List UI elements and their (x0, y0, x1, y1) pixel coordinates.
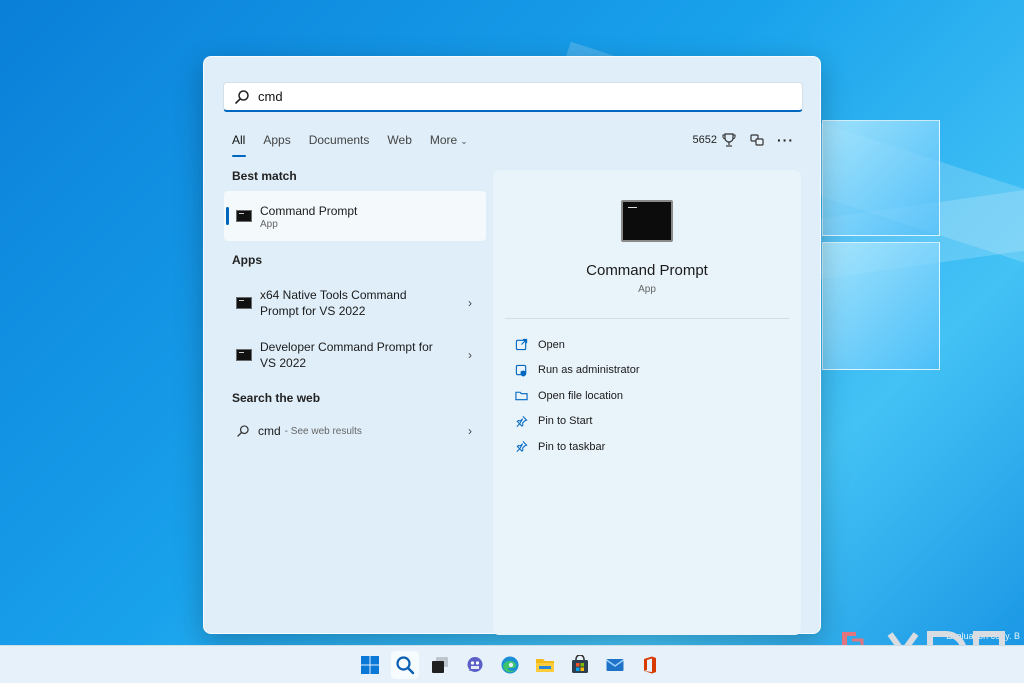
command-prompt-icon (236, 349, 252, 361)
result-line: Developer Command Prompt for (260, 340, 433, 354)
action-label: Run as administrator (538, 364, 640, 377)
command-prompt-icon (621, 200, 673, 242)
pin-icon (516, 441, 528, 453)
ellipsis-icon: ··· (777, 132, 794, 148)
search-icon (235, 89, 249, 104)
divider (505, 318, 789, 319)
edge-button[interactable] (496, 651, 524, 679)
action-open-file-location[interactable]: Open file location (515, 383, 640, 409)
taskbar (0, 645, 1024, 683)
start-search-flyout: All Apps Documents Web More⌄ 5652 ··· Be… (203, 56, 821, 635)
action-label: Pin to taskbar (538, 440, 606, 453)
result-detail-pane: Command Prompt App Open Run as administr… (493, 170, 801, 635)
rewards-points-button[interactable]: 5652 (693, 132, 737, 148)
search-toolbar: 5652 ··· (693, 132, 794, 148)
tab-label: More (429, 133, 458, 147)
app-result[interactable]: Developer Command Prompt for VS 2022 › (224, 333, 486, 377)
search-icon (396, 656, 415, 675)
store-icon (572, 655, 588, 673)
search-filter-tabs: All Apps Documents Web More ⌄ (232, 133, 486, 157)
section-heading-apps: Apps (232, 253, 262, 267)
task-view-icon (432, 657, 448, 673)
action-run-as-administrator[interactable]: Run as administrator (515, 358, 640, 384)
tab-all[interactable]: All (232, 133, 247, 157)
more-options-button[interactable]: ··· (777, 132, 794, 148)
tab-label: Documents (308, 133, 370, 147)
best-match-result[interactable]: Command Prompt App (224, 191, 486, 241)
section-heading-best-match: Best match (232, 169, 297, 183)
detail-title: Command Prompt (586, 262, 708, 279)
action-pin-to-taskbar[interactable]: Pin to taskbar (515, 434, 640, 460)
action-label: Open file location (538, 389, 623, 402)
action-list: Open Run as administrator Open file loca… (515, 332, 640, 460)
result-line: VS 2022 (260, 356, 307, 370)
tab-web[interactable]: Web (387, 133, 411, 155)
action-open[interactable]: Open (515, 332, 640, 358)
teams-chat-button[interactable] (461, 651, 489, 679)
shield-icon (515, 364, 527, 377)
tab-label: Web (387, 133, 412, 147)
web-query: cmd (258, 424, 281, 438)
result-line: x64 Native Tools Command (260, 288, 407, 302)
search-bar[interactable] (223, 82, 803, 112)
tab-label: Apps (263, 133, 291, 147)
open-icon (515, 339, 528, 351)
teams-chat-icon (467, 657, 483, 672)
search-input[interactable] (258, 89, 758, 104)
file-explorer-button[interactable] (531, 651, 559, 679)
tab-label: All (232, 133, 246, 147)
result-title: Command Prompt (260, 203, 358, 218)
taskbar-search-button[interactable] (391, 651, 419, 679)
section-heading-web: Search the web (232, 391, 321, 405)
chevron-right-icon[interactable]: › (468, 348, 472, 362)
web-hint: - See web results (284, 425, 362, 437)
rewards-trophy-icon (722, 133, 736, 147)
command-prompt-icon (236, 210, 252, 222)
office-icon (644, 656, 656, 674)
chevron-right-icon[interactable]: › (468, 424, 472, 438)
edge-icon (501, 656, 519, 674)
rewards-points-count: 5652 (692, 134, 717, 146)
detail-subtitle: App (638, 284, 656, 295)
windows-logo-pane (822, 120, 940, 236)
action-label: Open (538, 338, 565, 351)
tab-apps[interactable]: Apps (263, 133, 290, 155)
pin-icon (516, 415, 528, 427)
action-pin-to-start[interactable]: Pin to Start (515, 409, 640, 435)
search-icon (237, 425, 249, 437)
result-subtitle: App (260, 218, 278, 230)
result-line: Prompt for VS 2022 (260, 304, 366, 318)
store-button[interactable] (566, 651, 594, 679)
chevron-down-icon: ⌄ (460, 136, 468, 146)
task-view-button[interactable] (426, 651, 454, 679)
folder-icon (515, 391, 528, 401)
tab-more[interactable]: More ⌄ (430, 133, 468, 155)
tab-documents[interactable]: Documents (309, 133, 370, 155)
connected-devices-icon (750, 134, 764, 146)
share-button[interactable] (749, 132, 765, 148)
start-button[interactable] (356, 651, 384, 679)
command-prompt-icon (236, 297, 252, 309)
action-label: Pin to Start (538, 415, 593, 428)
web-search-result[interactable]: cmd - See web results › (224, 417, 486, 445)
mail-icon (606, 659, 624, 671)
file-explorer-icon (536, 659, 554, 672)
office-button[interactable] (636, 651, 664, 679)
start-icon (361, 656, 379, 674)
app-result[interactable]: x64 Native Tools Command Prompt for VS 2… (224, 281, 486, 325)
taskbar-pinned-apps (356, 651, 664, 679)
results-list: Best match Command Prompt App Apps x64 N… (224, 169, 486, 445)
mail-button[interactable] (601, 651, 629, 679)
chevron-right-icon[interactable]: › (468, 296, 472, 310)
windows-logo-pane (822, 242, 940, 370)
